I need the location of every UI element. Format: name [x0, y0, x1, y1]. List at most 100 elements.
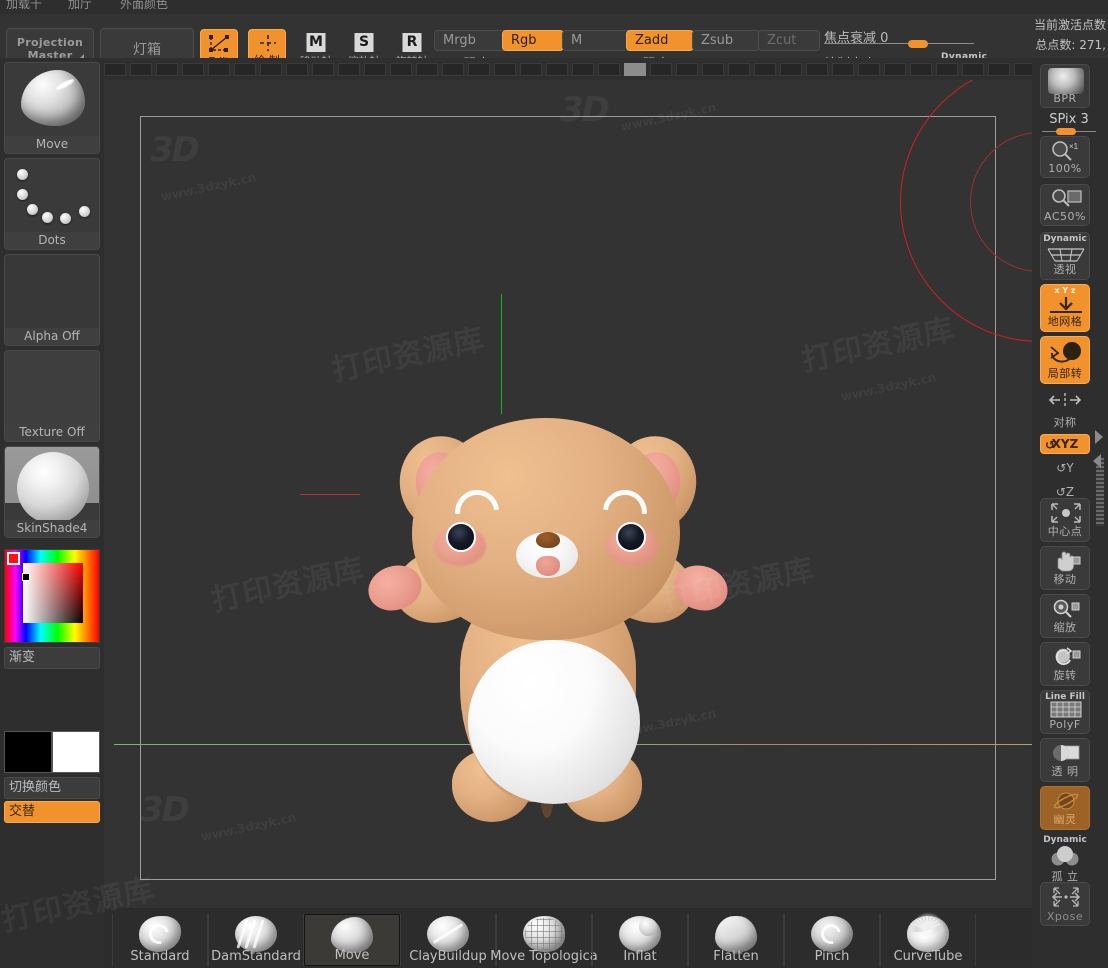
quick-slot-1[interactable]: [130, 63, 152, 76]
quick-slot-7[interactable]: [286, 63, 308, 76]
focal-shift-slider[interactable]: 焦点衰减 0: [824, 27, 974, 48]
quick-slot-34[interactable]: [988, 63, 1010, 76]
quick-slot-17[interactable]: [546, 63, 568, 76]
brush-button-standard[interactable]: Standard: [112, 914, 208, 966]
color-swatches[interactable]: [4, 731, 100, 773]
quick-slot-25[interactable]: [754, 63, 776, 76]
bear-belly: [468, 640, 640, 804]
quick-slot-13[interactable]: [442, 63, 464, 76]
quick-slot-11[interactable]: [390, 63, 412, 76]
gradient-button[interactable]: 渐变: [4, 647, 100, 669]
switch-color-button[interactable]: 切换颜色: [4, 777, 100, 799]
brush-button-claybuildup[interactable]: ClayBuildup: [400, 914, 496, 966]
local-transform-button[interactable]: 局部转: [1040, 336, 1090, 384]
zoom-100-button[interactable]: ×1 100%: [1040, 136, 1090, 178]
quick-slot-29[interactable]: [858, 63, 880, 76]
quick-slot-19[interactable]: [598, 63, 620, 76]
quick-slot-10[interactable]: [364, 63, 386, 76]
scale-view-button[interactable]: 缩放: [1040, 594, 1090, 638]
floor-grid-button[interactable]: x Y z 地网格: [1040, 284, 1090, 332]
xyz-symmetry-button[interactable]: ↺ XYZ: [1040, 434, 1090, 454]
ghost-button[interactable]: 幽灵: [1040, 786, 1090, 830]
quick-slot-31[interactable]: [910, 63, 932, 76]
secondary-color-swatch[interactable]: [52, 731, 100, 773]
quick-slot-28[interactable]: [832, 63, 854, 76]
quick-slot-0[interactable]: [104, 63, 126, 76]
quick-slot-strip[interactable]: [100, 58, 1108, 80]
rotate-view-button[interactable]: 旋转: [1040, 642, 1090, 686]
quick-slot-18[interactable]: [572, 63, 594, 76]
quick-slot-15[interactable]: [494, 63, 516, 76]
stroke-selector[interactable]: Dots: [4, 158, 100, 250]
alpha-selector[interactable]: Alpha Off: [4, 254, 100, 346]
zsub-button[interactable]: Zsub: [692, 30, 760, 51]
quick-slot-6[interactable]: [260, 63, 282, 76]
quick-slot-21[interactable]: [650, 63, 672, 76]
zcut-button[interactable]: Zcut: [758, 30, 820, 51]
viewport-canvas[interactable]: [104, 80, 1032, 908]
quick-slot-2[interactable]: [156, 63, 178, 76]
primary-color-swatch[interactable]: [4, 731, 52, 773]
center-view-label: 中心点: [1047, 525, 1083, 538]
brush-button-inflat[interactable]: Inflat: [592, 914, 688, 966]
mrgb-button[interactable]: Mrgb: [434, 30, 508, 51]
rgb-button[interactable]: Rgb: [502, 30, 564, 51]
quick-slot-16[interactable]: [520, 63, 542, 76]
texture-selector[interactable]: Texture Off: [4, 350, 100, 442]
brush-label: Standard: [130, 949, 190, 964]
quick-slot-30[interactable]: [884, 63, 906, 76]
color-picker-hue-marker[interactable]: [7, 552, 20, 565]
xpose-button[interactable]: Xpose: [1040, 882, 1090, 926]
menu-item-2[interactable]: 外面颜色: [120, 0, 168, 12]
quick-slot-24[interactable]: [728, 63, 750, 76]
brush-selector[interactable]: Move: [4, 62, 100, 154]
quick-slot-3[interactable]: [182, 63, 204, 76]
quick-slot-9[interactable]: [338, 63, 360, 76]
focal-shift-knob[interactable]: [908, 40, 928, 48]
right-shelf-scrollbar[interactable]: [1096, 458, 1104, 526]
scroll-left-arrow-icon[interactable]: [1093, 454, 1101, 468]
quick-slot-26[interactable]: [780, 63, 802, 76]
quick-slot-27[interactable]: [806, 63, 828, 76]
rotate-y-button[interactable]: ↺Y: [1040, 458, 1090, 480]
brush-button-curvetube[interactable]: CurveTube: [880, 912, 976, 966]
brush-button-flatten[interactable]: Flatten: [688, 914, 784, 966]
quick-slot-20[interactable]: [624, 63, 646, 76]
center-view-button[interactable]: 中心点: [1040, 498, 1090, 542]
scroll-right-arrow-icon[interactable]: [1095, 430, 1103, 444]
move-view-button[interactable]: 移动: [1040, 546, 1090, 590]
transparency-button[interactable]: 透 明: [1040, 738, 1090, 782]
quick-slot-4[interactable]: [208, 63, 230, 76]
material-selector[interactable]: SkinShade4: [4, 446, 100, 538]
perspective-button[interactable]: Dynamic 透视: [1040, 232, 1090, 280]
color-picker[interactable]: [4, 549, 100, 643]
quick-slot-12[interactable]: [416, 63, 438, 76]
bpr-render-button[interactable]: BPR: [1040, 64, 1090, 108]
teddy-bear-model[interactable]: [304, 390, 904, 822]
color-picker-sv-marker[interactable]: [22, 573, 30, 581]
aa-half-button[interactable]: AC50%: [1040, 184, 1090, 226]
zadd-button[interactable]: Zadd: [626, 30, 694, 51]
symmetry-button[interactable]: 对称: [1040, 388, 1090, 432]
menu-bar[interactable]: 加载十 加厅 外面颜色: [0, 0, 1108, 14]
quick-slot-32[interactable]: [936, 63, 958, 76]
brush-button-move[interactable]: Move: [304, 914, 400, 966]
quick-slot-5[interactable]: [234, 63, 256, 76]
floor-axes-icon: x Y z: [1054, 286, 1076, 295]
menu-item-1[interactable]: 加厅: [68, 0, 92, 12]
brush-button-damstandard[interactable]: DamStandard: [208, 914, 304, 966]
quick-slot-23[interactable]: [702, 63, 724, 76]
spix-slider[interactable]: SPix 3: [1040, 112, 1098, 135]
color-picker-sv[interactable]: [23, 563, 83, 623]
quick-slot-8[interactable]: [312, 63, 334, 76]
alternate-button[interactable]: 交替: [4, 801, 100, 823]
brush-button-move-topologica[interactable]: Move Topologica: [490, 914, 598, 966]
menu-item-0[interactable]: 加载十: [6, 0, 42, 12]
solo-button[interactable]: Dynamic 孤 立: [1040, 834, 1090, 886]
brush-button-pinch[interactable]: Pinch: [784, 914, 880, 966]
quick-slot-33[interactable]: [962, 63, 984, 76]
spix-knob[interactable]: [1056, 128, 1076, 135]
polyframe-button[interactable]: Line Fill PolyF: [1040, 690, 1090, 734]
quick-slot-22[interactable]: [676, 63, 698, 76]
quick-slot-14[interactable]: [468, 63, 490, 76]
